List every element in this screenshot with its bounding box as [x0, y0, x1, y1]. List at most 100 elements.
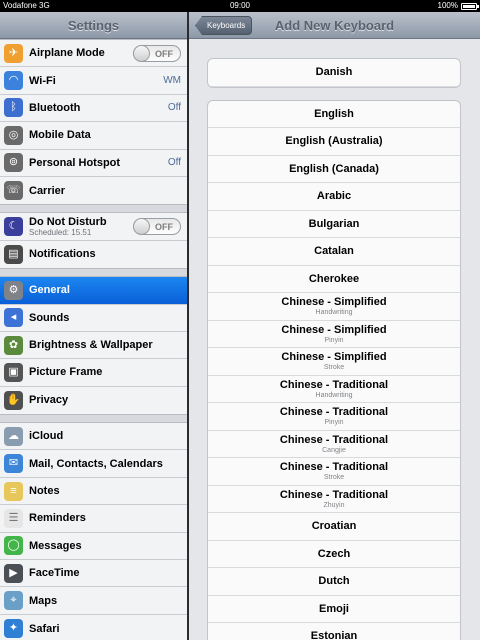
- keyboard-option-subtitle: Pinyin: [324, 419, 344, 427]
- sidebar-item-airplane-mode[interactable]: ✈ Airplane Mode OFF: [0, 40, 187, 68]
- status-bar: Vodafone 3G 09:00 100%: [0, 0, 480, 12]
- keyboard-option[interactable]: Dutch: [208, 568, 460, 596]
- sidebar-item-carrier[interactable]: ☏ Carrier: [0, 176, 187, 205]
- moon-icon: ☾: [4, 217, 23, 237]
- hotspot-icon: ⊚: [4, 153, 23, 173]
- keyboard-option[interactable]: English (Australia): [208, 128, 460, 156]
- safari-icon: ✦: [4, 619, 23, 638]
- keyboard-option[interactable]: Chinese - Simplified Pinyin: [208, 321, 460, 348]
- maps-icon: ⌖: [4, 591, 23, 611]
- keyboard-option[interactable]: Chinese - Simplified Handwriting: [208, 293, 460, 321]
- keyboard-option-label: English (Canada): [289, 162, 379, 175]
- keyboard-option[interactable]: Czech: [208, 541, 460, 568]
- sidebar-item-label: Do Not Disturb: [29, 216, 107, 229]
- keyboard-option[interactable]: English: [208, 101, 460, 128]
- sidebar-item-label: FaceTime: [29, 567, 80, 580]
- sidebar-item-brightness-wallpaper[interactable]: ✿ Brightness & Wallpaper: [0, 331, 187, 360]
- battery-indicator: 100%: [437, 0, 479, 12]
- keyboard-option[interactable]: Bulgarian: [208, 211, 460, 238]
- keyboard-option-label: Chinese - Simplified: [281, 351, 387, 364]
- cloud-icon: ☁: [4, 426, 23, 446]
- keyboard-option-label: Chinese - Traditional: [279, 488, 389, 501]
- settings-sidebar: Settings ✈ Airplane Mode OFF ◠ Wi-Fi WM ᛒ Bluet…: [0, 12, 187, 640]
- sidebar-item-notifications[interactable]: ▤ Notifications: [0, 240, 187, 269]
- keyboard-option-subtitle: Stroke: [323, 364, 345, 372]
- sidebar-item-messages[interactable]: ◯ Messages: [0, 532, 187, 561]
- keyboard-option[interactable]: Arabic: [208, 183, 460, 211]
- page-title: Add New Keyboard: [274, 18, 395, 33]
- keyboard-option-danish[interactable]: Danish: [208, 59, 460, 87]
- sidebar-item-safari[interactable]: ✦ Safari: [0, 614, 187, 640]
- keyboard-option[interactable]: Chinese - Traditional Zhuyin: [208, 486, 460, 513]
- keyboard-option[interactable]: Croatian: [208, 513, 460, 541]
- sidebar-item-label: Messages: [29, 539, 82, 552]
- sidebar-item-personal-hotspot[interactable]: ⊚ Personal Hotspot Off: [0, 149, 187, 177]
- toggle-knob: [133, 44, 150, 62]
- sidebar-item-label: Mail, Contacts, Calendars: [29, 457, 163, 470]
- sidebar-item-maps[interactable]: ⌖ Maps: [0, 587, 187, 615]
- keyboard-option-label: Czech: [317, 547, 351, 560]
- messages-icon: ◯: [4, 536, 23, 556]
- sidebar-item-facetime[interactable]: ▶ FaceTime: [0, 560, 187, 588]
- phone-icon: ☏: [4, 181, 23, 201]
- sidebar-item-sounds[interactable]: ◂ Sounds: [0, 304, 187, 332]
- keyboard-option-label: Danish: [315, 66, 353, 79]
- keyboard-option[interactable]: Emoji: [208, 596, 460, 623]
- keyboard-option-subtitle: Handwriting: [315, 309, 353, 317]
- sidebar-item-label: Safari: [29, 622, 60, 635]
- sidebar-item-picture-frame[interactable]: ▣ Picture Frame: [0, 359, 187, 387]
- sidebar-item-general[interactable]: ⚙ General: [0, 277, 187, 305]
- keyboard-option-label: Catalan: [314, 245, 354, 258]
- sidebar-item-subtitle: Scheduled: 15.51: [29, 228, 92, 238]
- facetime-icon: ▶: [4, 563, 23, 583]
- sidebar-item-label: iCloud: [29, 430, 64, 443]
- keyboard-option[interactable]: Catalan: [208, 238, 460, 266]
- sidebar-item-mail-contacts-calendars[interactable]: ✉ Mail, Contacts, Calendars: [0, 450, 187, 478]
- sidebar-item-label: Maps: [29, 594, 58, 607]
- keyboard-option[interactable]: Chinese - Traditional Pinyin: [208, 403, 460, 431]
- keyboard-option-subtitle: Stroke: [323, 474, 345, 482]
- settings-group: ☁ iCloud ✉ Mail, Contacts, Calendars ≡ Notes ☰…: [0, 422, 187, 640]
- keyboard-option-label: English: [314, 107, 354, 120]
- keyboard-option-label: Chinese - Traditional: [279, 406, 389, 419]
- sidebar-item-privacy[interactable]: ✋ Privacy: [0, 386, 187, 415]
- keyboard-list: English English (Australia) English (Canad…: [207, 99, 461, 640]
- sidebar-item-value: Off: [167, 102, 181, 114]
- keyboard-option-label: English (Australia): [285, 135, 383, 148]
- sidebar-item-reminders[interactable]: ☰ Reminders: [0, 505, 187, 533]
- toggle-switch[interactable]: OFF: [133, 218, 181, 236]
- sidebar-item-label: Wi-Fi: [29, 74, 56, 87]
- keyboard-option[interactable]: Estonian: [208, 623, 460, 640]
- keyboard-option[interactable]: Chinese - Traditional Handwriting: [208, 376, 460, 403]
- flower-icon: ✿: [4, 335, 23, 355]
- mail-icon: ✉: [4, 454, 23, 474]
- picture-frame-icon: ▣: [4, 362, 23, 382]
- sidebar-item-label: Notes: [29, 485, 60, 498]
- settings-group: ☾ Do Not Disturb Scheduled: 15.51 OFF ▤ Notif…: [0, 212, 187, 270]
- bluetooth-icon: ᛒ: [4, 98, 23, 118]
- gear-icon: ⚙: [4, 280, 23, 300]
- toggle-switch[interactable]: OFF: [133, 44, 181, 62]
- keyboard-option-label: Chinese - Traditional: [279, 461, 389, 474]
- sidebar-item-label: Mobile Data: [29, 129, 91, 142]
- sidebar-item-bluetooth[interactable]: ᛒ Bluetooth Off: [0, 94, 187, 123]
- hand-icon: ✋: [4, 390, 23, 410]
- keyboard-option[interactable]: Cherokee: [208, 266, 460, 293]
- keyboard-option[interactable]: English (Canada): [208, 156, 460, 183]
- sidebar-item-label: Privacy: [29, 394, 69, 407]
- keyboard-option[interactable]: Chinese - Traditional Stroke: [208, 458, 460, 486]
- keyboard-option[interactable]: Chinese - Traditional Cangjie: [208, 431, 460, 458]
- battery-percent: 100%: [437, 1, 458, 10]
- keyboard-option-label: Chinese - Traditional: [279, 378, 389, 391]
- sidebar-item-mobile-data[interactable]: ◎ Mobile Data: [0, 122, 187, 150]
- keyboard-option[interactable]: Chinese - Simplified Stroke: [208, 348, 460, 376]
- keyboard-option-label: Emoji: [319, 602, 349, 615]
- sidebar-item-icloud[interactable]: ☁ iCloud: [0, 423, 187, 451]
- sidebar-item-label: Carrier: [29, 184, 66, 197]
- sidebar-item-notes[interactable]: ≡ Notes: [0, 477, 187, 506]
- keyboard-option-subtitle: Cangjie: [322, 446, 346, 454]
- notifications-icon: ▤: [4, 244, 23, 264]
- sidebar-item-do-not-disturb[interactable]: ☾ Do Not Disturb Scheduled: 15.51 OFF: [0, 213, 187, 241]
- sidebar-item-label: Picture Frame: [29, 366, 103, 379]
- sidebar-item-wi-fi[interactable]: ◠ Wi-Fi WM: [0, 67, 187, 95]
